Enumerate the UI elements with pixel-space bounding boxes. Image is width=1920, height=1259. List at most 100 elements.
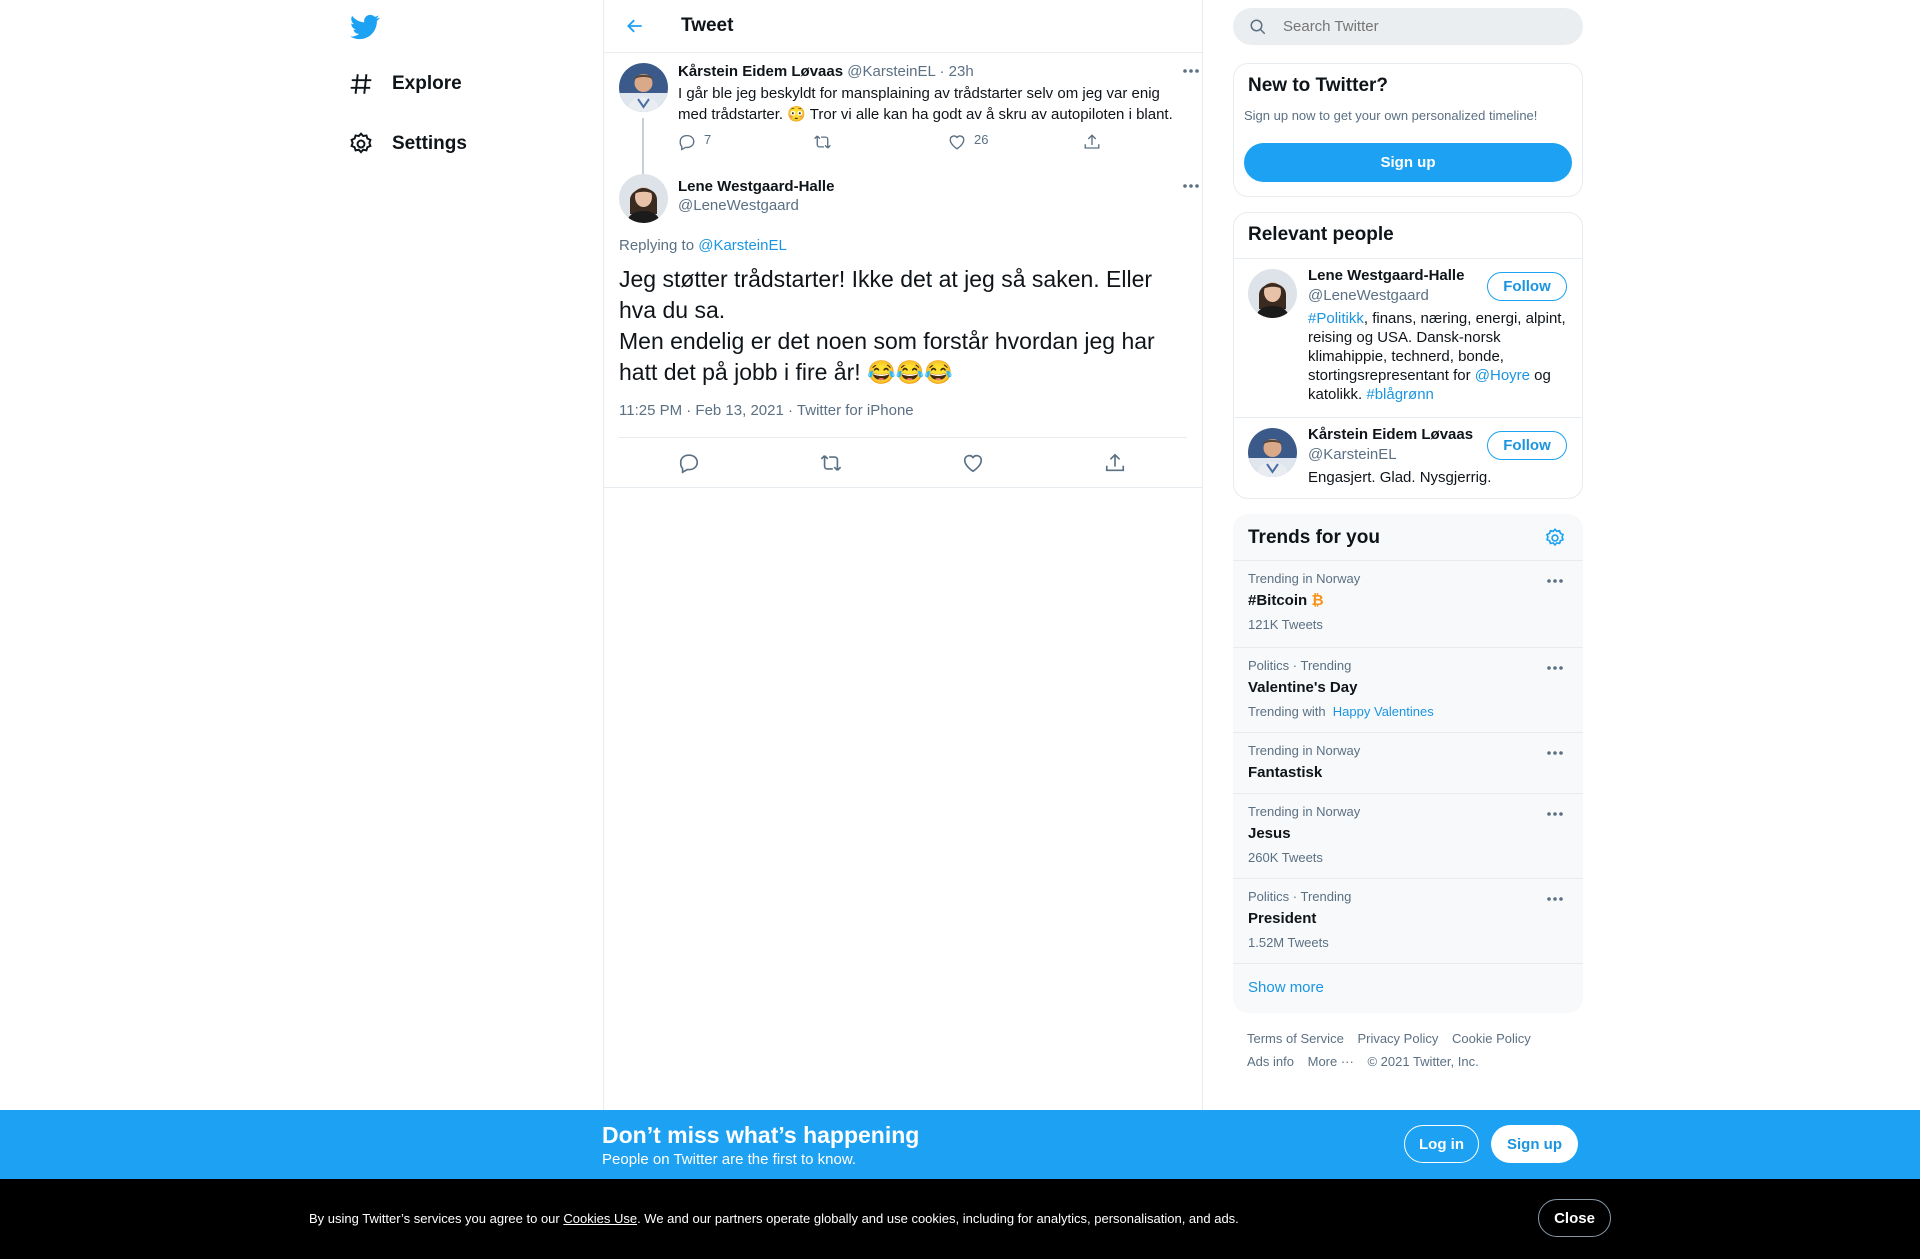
reply-icon <box>679 454 699 474</box>
reply-count: 7 <box>704 131 712 147</box>
tweet-meta: Kårstein Eidem Løvaas @KarsteinEL · 23h <box>678 63 974 80</box>
retweet-button[interactable] <box>819 452 843 474</box>
twitter-logo-icon[interactable] <box>350 12 380 42</box>
tweet-source[interactable]: Twitter for iPhone <box>797 402 914 419</box>
trend-name: Valentine's Day <box>1248 679 1358 696</box>
trend-item[interactable]: Politics · Trending Valentine's Day Tren… <box>1233 647 1583 732</box>
heart-icon <box>963 454 983 473</box>
cookie-text: By using Twitter’s services you agree to… <box>309 1211 1239 1226</box>
reply-button[interactable]: 7 <box>678 131 712 151</box>
more-icon[interactable] <box>1543 745 1567 761</box>
more-icon[interactable] <box>1543 573 1567 589</box>
author-name[interactable]: Kårstein Eidem Løvaas <box>678 63 843 80</box>
trend-context: Politics · Trending <box>1248 658 1352 673</box>
reply-button[interactable] <box>678 452 700 474</box>
more-icon[interactable] <box>1543 806 1567 822</box>
more-link[interactable]: More ··· <box>1308 1054 1354 1069</box>
show-more-row[interactable]: Show more <box>1233 963 1583 1013</box>
trend-name: President <box>1248 910 1317 927</box>
tweet-timestamp: 11:25 PM · Feb 13, 2021 · Twitter for iP… <box>619 402 914 419</box>
person-item[interactable]: Lene Westgaard-Halle @LeneWestgaard Foll… <box>1234 258 1582 417</box>
more-icon[interactable] <box>1543 660 1567 676</box>
log-in-button[interactable]: Log in <box>1404 1125 1479 1163</box>
avatar[interactable] <box>619 174 668 223</box>
privacy-link[interactable]: Privacy Policy <box>1357 1031 1438 1046</box>
hashtag-link[interactable]: #Politikk <box>1308 310 1364 327</box>
author-handle[interactable]: @KarsteinEL <box>847 63 935 80</box>
share-icon <box>1084 134 1100 149</box>
gear-icon[interactable] <box>1544 527 1566 554</box>
share-button[interactable] <box>1104 452 1126 474</box>
person-name[interactable]: Lene Westgaard-Halle <box>1308 267 1464 284</box>
trend-tweet-count: 121K Tweets <box>1248 617 1323 632</box>
main-column: Tweet Kårstein Eidem Løvaas @KarsteinEL … <box>603 0 1203 1110</box>
trend-context: Politics · Trending <box>1248 889 1352 904</box>
like-button[interactable]: 26 <box>948 131 989 151</box>
trend-item[interactable]: Trending in Norway #Bitcoin ₿ 121K Tweet… <box>1233 560 1583 647</box>
separator: · <box>788 402 793 419</box>
trend-item[interactable]: Trending in Norway Jesus 260K Tweets <box>1233 793 1583 878</box>
tweet-age[interactable]: 23h <box>949 63 974 80</box>
nav-settings-label: Settings <box>392 133 467 154</box>
signup-banner: Don’t miss what’s happening People on Tw… <box>0 1110 1920 1179</box>
trend-name-text: #Bitcoin <box>1248 592 1308 609</box>
focused-tweet-actions <box>619 452 1189 476</box>
hashtag-link[interactable]: #blågrønn <box>1366 386 1434 403</box>
tweet-time-link[interactable]: 11:25 PM · Feb 13, 2021 <box>619 402 784 419</box>
trend-context: Trending in Norway <box>1248 743 1361 758</box>
trend-tweet-count: 1.52M Tweets <box>1248 935 1329 950</box>
trend-name: Fantastisk <box>1248 764 1323 781</box>
close-button[interactable]: Close <box>1538 1199 1611 1237</box>
banner-title: Don’t miss what’s happening <box>602 1122 920 1148</box>
copyright: © 2021 Twitter, Inc. <box>1367 1054 1479 1069</box>
sign-up-button[interactable]: Sign up <box>1244 143 1572 182</box>
trend-related-link[interactable]: Happy Valentines <box>1333 704 1434 719</box>
avatar[interactable] <box>619 63 668 112</box>
card-title: Relevant people <box>1248 224 1394 245</box>
person-handle[interactable]: @KarsteinEL <box>1308 446 1397 463</box>
back-arrow-icon[interactable] <box>615 6 655 46</box>
author-handle[interactable]: @LeneWestgaard <box>678 197 799 214</box>
ads-info-link[interactable]: Ads info <box>1247 1054 1294 1069</box>
replying-to-link[interactable]: @KarsteinEL <box>698 237 787 254</box>
trend-item[interactable]: Politics · Trending President 1.52M Twee… <box>1233 878 1583 963</box>
more-icon[interactable] <box>1179 63 1203 79</box>
trending-with: Trending with <box>1248 704 1326 719</box>
retweet-button[interactable] <box>813 133 832 151</box>
gear-icon <box>346 129 376 159</box>
show-more-link[interactable]: Show more <box>1248 979 1324 996</box>
retweet-icon <box>820 455 842 471</box>
nav-settings[interactable]: Settings <box>346 124 467 164</box>
follow-button[interactable]: Follow <box>1487 431 1567 460</box>
separator: · <box>939 63 945 80</box>
more-icon[interactable] <box>1179 178 1203 194</box>
heart-icon <box>949 135 965 150</box>
trend-context: Trending in Norway <box>1248 571 1361 586</box>
retweet-icon <box>814 135 831 149</box>
follow-button[interactable]: Follow <box>1487 272 1567 301</box>
sign-up-button[interactable]: Sign up <box>1491 1125 1578 1163</box>
card-title: Trends for you <box>1248 527 1380 548</box>
divider <box>604 487 1202 488</box>
share-button[interactable] <box>1083 133 1101 151</box>
search-bar[interactable] <box>1233 8 1583 45</box>
new-to-twitter-card: New to Twitter? Sign up now to get your … <box>1233 63 1583 197</box>
cookies-use-link[interactable]: Cookies Use <box>563 1211 637 1226</box>
search-input[interactable] <box>1283 18 1553 35</box>
mention-link[interactable]: @Hoyre <box>1475 367 1530 384</box>
person-item[interactable]: Kårstein Eidem Løvaas @KarsteinEL Follow… <box>1234 417 1582 499</box>
terms-link[interactable]: Terms of Service <box>1247 1031 1344 1046</box>
tweet-header: Tweet <box>604 0 1202 53</box>
like-button[interactable] <box>962 452 984 474</box>
more-icon[interactable] <box>1543 891 1567 907</box>
cookie-prefix: By using Twitter’s services you agree to… <box>309 1211 564 1226</box>
avatar[interactable] <box>1248 428 1297 477</box>
person-handle[interactable]: @LeneWestgaard <box>1308 287 1429 304</box>
author-name[interactable]: Lene Westgaard-Halle <box>678 178 834 195</box>
person-name[interactable]: Kårstein Eidem Løvaas <box>1308 426 1473 443</box>
avatar[interactable] <box>1248 269 1297 318</box>
cookie-policy-link[interactable]: Cookie Policy <box>1452 1031 1531 1046</box>
trend-item[interactable]: Trending in Norway Fantastisk <box>1233 732 1583 793</box>
like-count: 26 <box>974 131 989 147</box>
nav-explore[interactable]: Explore <box>346 64 462 104</box>
